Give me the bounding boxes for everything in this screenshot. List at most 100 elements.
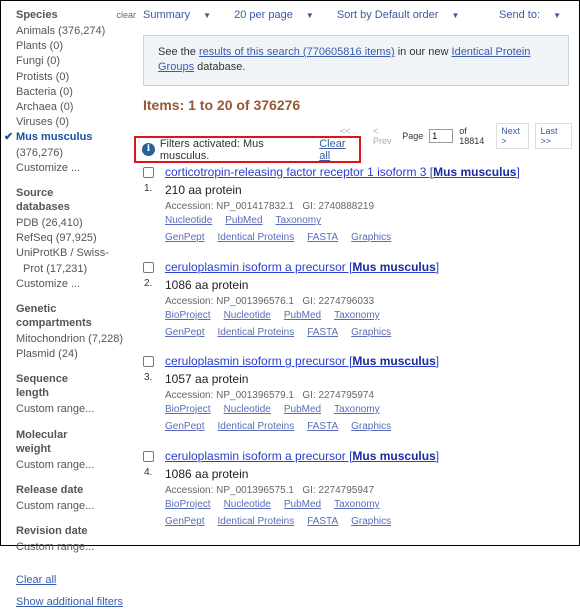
filters-clear-all-link[interactable]: Clear all: [319, 138, 359, 162]
source-item-swissprot-cont[interactable]: Prot (17,231): [16, 262, 136, 277]
prev-page-button[interactable]: < Prev: [373, 126, 396, 146]
last-page-button[interactable]: Last >>: [535, 123, 572, 149]
items-heading: Items: 1 to 20 of 376276: [143, 97, 301, 113]
result-title-link[interactable]: corticotropin-releasing factor receptor …: [165, 165, 520, 179]
result-title-link[interactable]: ceruloplasmin isoform a precursor [Mus m…: [165, 449, 439, 463]
species-title: Species: [16, 9, 58, 21]
sort-dropdown[interactable]: Sort by Default order ▼: [337, 9, 469, 21]
result-link[interactable]: GenPept: [165, 232, 204, 243]
species-filter-item[interactable]: Archaea (0): [16, 100, 136, 115]
result-title: ceruloplasmin isoform a precursor: [165, 449, 346, 463]
species-selected-mus-musculus[interactable]: ✔ Mus musculus (376,276): [4, 130, 136, 160]
show-additional-filters-link[interactable]: Show additional filters: [16, 595, 136, 610]
result-link[interactable]: GenPept: [165, 421, 204, 432]
species-clear-link[interactable]: clear: [116, 8, 136, 22]
result-title: corticotropin-releasing factor receptor …: [165, 165, 427, 179]
revision-custom-range[interactable]: Custom range...: [16, 540, 136, 555]
result-link[interactable]: GenPept: [165, 327, 204, 338]
result-link[interactable]: FASTA: [307, 232, 338, 243]
source-customize[interactable]: Customize ...: [16, 277, 136, 292]
result-accession: Accession: NP_001396576.1 GI: 2274796033: [165, 296, 375, 307]
result-link[interactable]: Nucleotide: [224, 310, 271, 321]
page-count: of 18814: [459, 126, 485, 146]
result-item: 4. ceruloplasmin isoform a precursor [Mu…: [143, 449, 573, 539]
result-number: 2.: [144, 278, 153, 289]
result-organism: Mus musculus: [352, 260, 436, 274]
species-filter-item[interactable]: Bacteria (0): [16, 85, 136, 100]
result-link[interactable]: Graphics: [351, 421, 391, 432]
result-link[interactable]: PubMed: [284, 310, 321, 321]
result-link[interactable]: PubMed: [225, 215, 262, 226]
result-link[interactable]: Identical Proteins: [217, 421, 294, 432]
result-link[interactable]: BioProject: [165, 404, 211, 415]
source-filter-item[interactable]: RefSeq (97,925): [16, 231, 136, 246]
result-title: ceruloplasmin isoform g precursor: [165, 354, 346, 368]
checkmark-icon: ✔: [4, 131, 14, 144]
genetic-title: Genetic compartments: [16, 303, 92, 330]
result-title-link[interactable]: ceruloplasmin isoform g precursor [Mus m…: [165, 354, 439, 368]
release-custom-range[interactable]: Custom range...: [16, 499, 136, 514]
source-title: Source databases: [16, 187, 70, 214]
next-page-button[interactable]: Next >: [496, 123, 530, 149]
result-link[interactable]: PubMed: [284, 404, 321, 415]
result-link[interactable]: Taxonomy: [334, 310, 380, 321]
result-link[interactable]: Identical Proteins: [217, 516, 294, 527]
seq-custom-range[interactable]: Custom range...: [16, 402, 136, 417]
result-checkbox[interactable]: [143, 167, 154, 178]
per-page-label: 20 per page: [234, 9, 293, 21]
result-link[interactable]: Graphics: [351, 516, 391, 527]
result-accession: Accession: NP_001396579.1 GI: 2274795974: [165, 390, 375, 401]
species-filter-item[interactable]: Protists (0): [16, 70, 136, 85]
result-accession: Accession: NP_001417832.1 GI: 2740888219: [165, 201, 375, 212]
result-link[interactable]: Taxonomy: [334, 499, 380, 510]
result-link[interactable]: FASTA: [307, 421, 338, 432]
mw-title: Molecular weight: [16, 428, 68, 455]
summary-dropdown[interactable]: Summary ▼: [143, 9, 221, 21]
result-link[interactable]: Nucleotide: [224, 499, 271, 510]
species-header: Species clear: [16, 8, 136, 22]
mw-custom-range[interactable]: Custom range...: [16, 458, 136, 473]
species-filter-item[interactable]: Animals (376,274): [16, 24, 136, 39]
result-link[interactable]: Nucleotide: [165, 215, 212, 226]
info-icon: i: [142, 143, 155, 156]
result-link[interactable]: Identical Proteins: [217, 232, 294, 243]
species-filter-item[interactable]: Plants (0): [16, 39, 136, 54]
result-item: 3. ceruloplasmin isoform g precursor [Mu…: [143, 354, 573, 444]
result-link[interactable]: Identical Proteins: [217, 327, 294, 338]
result-link[interactable]: BioProject: [165, 310, 211, 321]
search-results-link[interactable]: results of this search (770605816 items): [199, 46, 395, 58]
result-checkbox[interactable]: [143, 262, 154, 273]
clear-all-link[interactable]: Clear all: [16, 573, 136, 588]
result-links-row2: GenPept Identical Proteins FASTA Graphics: [165, 421, 404, 432]
result-link[interactable]: FASTA: [307, 516, 338, 527]
result-length: 1057 aa protein: [165, 372, 249, 386]
species-filter-item[interactable]: Viruses (0): [16, 115, 136, 130]
result-link[interactable]: BioProject: [165, 499, 211, 510]
notice-text: database.: [194, 61, 246, 73]
source-filter-item[interactable]: UniProtKB / Swiss-: [16, 246, 136, 261]
per-page-dropdown[interactable]: 20 per page ▼: [234, 9, 324, 21]
species-filter-item[interactable]: Fungi (0): [16, 54, 136, 69]
result-link[interactable]: Graphics: [351, 327, 391, 338]
result-checkbox[interactable]: [143, 451, 154, 462]
result-link[interactable]: GenPept: [165, 516, 204, 527]
genetic-filter-item[interactable]: Mitochondrion (7,228): [16, 332, 136, 347]
species-customize[interactable]: Customize ...: [16, 161, 136, 176]
result-link[interactable]: Taxonomy: [276, 215, 322, 226]
result-accession: Accession: NP_001396575.1 GI: 2274795947: [165, 485, 375, 496]
result-link[interactable]: Nucleotide: [224, 404, 271, 415]
result-link[interactable]: FASTA: [307, 327, 338, 338]
genetic-filter-item[interactable]: Plasmid (24): [16, 347, 136, 362]
notice-text: in our new: [394, 46, 452, 58]
send-to-dropdown[interactable]: Send to: ▼: [499, 9, 571, 21]
result-link[interactable]: Graphics: [351, 232, 391, 243]
result-link[interactable]: PubMed: [284, 499, 321, 510]
result-organism: Mus musculus: [433, 165, 517, 179]
result-links-row1: BioProject Nucleotide PubMed Taxonomy: [165, 499, 393, 510]
toolbar: Summary ▼ 20 per page ▼ Sort by Default …: [143, 9, 571, 21]
page-input[interactable]: [429, 129, 454, 143]
source-filter-item[interactable]: PDB (26,410): [16, 216, 136, 231]
result-link[interactable]: Taxonomy: [334, 404, 380, 415]
result-checkbox[interactable]: [143, 356, 154, 367]
result-title-link[interactable]: ceruloplasmin isoform a precursor [Mus m…: [165, 260, 439, 274]
